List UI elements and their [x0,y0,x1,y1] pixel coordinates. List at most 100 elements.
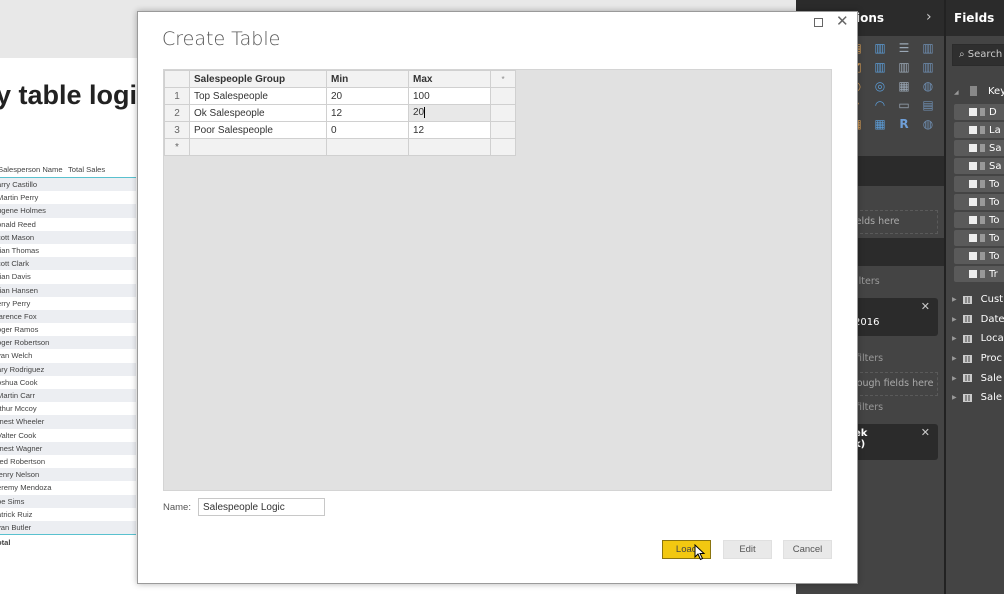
table-row[interactable]: rnest Wheeler [0,415,136,429]
empty-cell[interactable] [490,121,516,139]
table-row[interactable]: cott Mason [0,230,136,244]
new-cell[interactable] [326,138,409,156]
expand-arrow-icon[interactable]: ▶ [952,296,957,303]
checkbox[interactable] [969,126,977,134]
globe-map-icon[interactable]: ◍ [918,78,938,94]
field-item[interactable]: Sa [954,158,1004,174]
table-row[interactable]: eremy Mendoza [0,481,136,494]
checkbox[interactable] [969,198,977,206]
table-item[interactable]: ▶ Sale [952,388,1004,408]
table-item[interactable]: ▶ Proc [952,349,1004,369]
checkbox[interactable] [969,108,977,116]
treemap-icon[interactable]: ▦ [894,78,914,94]
empty-cell[interactable] [490,87,516,105]
table-row[interactable]: ary Rodriguez [0,362,136,376]
cell-group[interactable]: Top Salespeople [189,87,327,105]
table-row[interactable]: yan Butler [0,520,136,535]
table-name-input[interactable] [198,498,325,516]
table-row[interactable]: onald Reed [0,218,136,231]
remove-filter-icon[interactable]: ✕ [921,300,930,313]
gauge-icon[interactable]: ◠ [870,97,890,113]
checkbox[interactable] [969,216,977,224]
table-row[interactable]: Martin Perry [0,191,136,204]
clustered-column-icon[interactable]: ▥ [870,40,890,56]
ribbon-icon[interactable]: ▥ [894,59,914,75]
expand-arrow-icon[interactable]: ▶ [952,355,957,362]
table-item[interactable]: ▶ Cust [952,290,1004,310]
cell-min[interactable]: 0 [326,121,409,139]
values-dropzone[interactable]: ields here [850,210,938,234]
cell-group[interactable]: Ok Salespeople [189,104,327,122]
line-column-icon[interactable]: ▥ [870,59,890,75]
cell-min[interactable]: 20 [326,87,409,105]
new-cell[interactable] [408,138,491,156]
table-row[interactable]: arry Castillo [0,178,136,192]
expand-arrow-icon[interactable]: ▶ [952,394,957,401]
table-row[interactable]: lenry Nelson [0,468,136,482]
table-item[interactable]: ▶ Sale [952,368,1004,388]
new-row-marker[interactable]: * [164,138,190,156]
row-number[interactable]: 3 [164,121,190,139]
data-entry-grid[interactable]: Salespeople Group Min Max * 1 Top Salesp… [163,69,832,491]
table-row[interactable]: rthur Mccoy [0,402,136,415]
r-visual-icon[interactable]: R [894,116,914,132]
table-row[interactable]: larence Fox [0,309,136,324]
filter-card-week[interactable]: ✕ ek k) [850,424,938,460]
remove-filter-icon[interactable]: ✕ [921,426,930,439]
table-row[interactable]: Martin Carr [0,389,136,403]
row-number[interactable]: 2 [164,104,190,122]
table-row[interactable]: cott Clark [0,257,136,271]
checkbox[interactable] [969,252,977,260]
checkbox[interactable] [969,270,977,278]
field-item[interactable]: To [954,248,1004,264]
cell-max[interactable]: 12 [408,121,491,139]
donut-icon[interactable]: ◎ [870,78,890,94]
table-row[interactable]: rnest Wagner [0,441,136,455]
waterfall-icon[interactable]: ▥ [918,59,938,75]
matrix-icon[interactable]: ▦ [870,116,890,132]
new-cell[interactable] [490,138,516,156]
table-row[interactable]: oger Ramos [0,323,136,336]
add-column-button[interactable]: * [490,70,516,88]
field-item[interactable]: To [954,176,1004,192]
close-icon[interactable]: ✕ [836,12,849,30]
table-row[interactable]: Valter Cook [0,429,136,442]
column-100-icon[interactable]: ▥ [918,40,938,56]
table-row[interactable]: oshua Cook [0,376,136,389]
new-cell[interactable] [189,138,327,156]
table-row[interactable]: yan Welch [0,349,136,362]
checkbox[interactable] [969,144,977,152]
cancel-button[interactable]: Cancel [783,540,832,559]
cell-group[interactable]: Poor Salespeople [189,121,327,139]
salesperson-table[interactable]: Salesperson Name Total Sales arry Castil… [0,162,136,550]
table-row[interactable]: atrick Ruiz [0,508,136,521]
field-item[interactable]: La [954,122,1004,138]
table-row[interactable]: rian Hansen [0,283,136,297]
entry-table[interactable]: Salespeople Group Min Max * 1 Top Salesp… [164,70,516,156]
table-row[interactable]: erry Perry [0,297,136,310]
corner-cell[interactable] [164,70,190,88]
checkbox[interactable] [969,162,977,170]
fields-search-input[interactable]: ⌕ Search [952,44,1004,66]
multirow-card-icon[interactable]: ▤ [918,97,938,113]
expand-arrow-icon[interactable]: ▶ [952,335,957,342]
cell-min[interactable]: 12 [326,104,409,122]
field-item[interactable]: To [954,230,1004,246]
key-measures-group[interactable]: ◢ Key [954,86,1004,97]
column-header-max[interactable]: Max [408,70,491,88]
field-item[interactable]: Tr [954,266,1004,282]
filter-card-year[interactable]: ✕ 2016 [850,298,938,336]
row-number[interactable]: 1 [164,87,190,105]
globe-icon[interactable]: ◍ [918,116,938,132]
table-row[interactable]: ugene Holmes [0,204,136,218]
column-header-name[interactable]: Salesperson Name [0,165,68,174]
column-header-group[interactable]: Salespeople Group [189,70,327,88]
checkbox[interactable] [969,180,977,188]
empty-cell[interactable] [490,104,516,122]
table-row[interactable]: rian Davis [0,270,136,283]
field-item[interactable]: To [954,212,1004,228]
table-row[interactable]: red Robertson [0,455,136,468]
table-item[interactable]: ▶ Date [952,310,1004,330]
table-row[interactable]: oe Sims [0,494,136,508]
expand-arrow-icon[interactable]: ▶ [952,316,957,323]
